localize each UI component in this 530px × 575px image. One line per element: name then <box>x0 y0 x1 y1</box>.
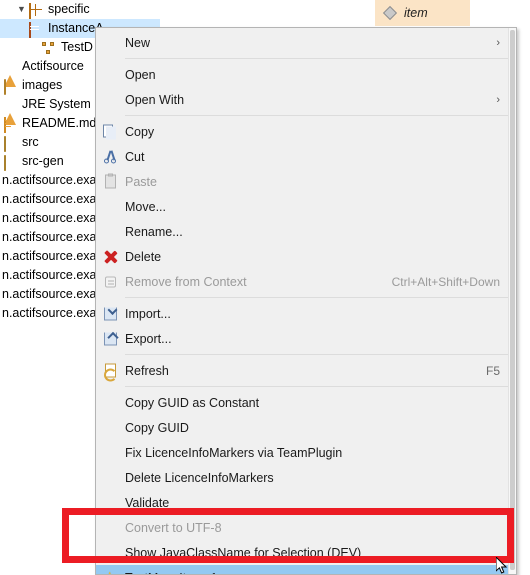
menu-item-label: Copy GUID as Constant <box>125 395 260 410</box>
source-folder-icon <box>2 154 18 171</box>
menu-item-label: Convert to UTF-8 <box>125 520 222 535</box>
tree-item-label: src <box>22 135 39 149</box>
export-icon <box>102 330 119 347</box>
tree-item-label: n.actifsource.exar <box>2 268 101 282</box>
copy-icon <box>102 123 119 140</box>
network-icon <box>41 40 57 56</box>
tooltip-label: item <box>404 6 428 20</box>
instance-icon <box>28 21 44 38</box>
context-menu-rows: New › Open Open With › Copy Cut Paste Move... Ren… <box>96 30 516 575</box>
menu-item-label: Show JavaClassName for Selection (DEV) <box>125 545 362 560</box>
delete-icon <box>102 248 119 265</box>
tree-item[interactable]: ▼ specific <box>0 0 160 19</box>
menu-item[interactable]: Open With › <box>96 87 516 112</box>
menu-separator <box>125 115 508 116</box>
menu-item-label: Delete <box>125 249 162 264</box>
package-icon <box>28 2 44 19</box>
cut-icon <box>102 148 119 165</box>
menu-item-label: Cut <box>125 149 145 164</box>
menu-item: Convert to UTF-8 <box>96 515 516 540</box>
menu-item-label: Rename... <box>125 224 183 239</box>
tree-item-label: README.md <box>22 116 97 130</box>
menu-item: Remove from Context Ctrl+Alt+Shift+Down <box>96 269 516 294</box>
tree-item-label: n.actifsource.exar <box>2 306 101 320</box>
diamond-icon <box>382 5 398 21</box>
tree-twisty[interactable]: ▼ <box>15 0 28 19</box>
menu-item[interactable]: Export... <box>96 326 516 351</box>
menu-item-label: Refresh <box>125 363 169 378</box>
menu-item-label: Validate <box>125 495 170 510</box>
tree-item-label: n.actifsource.exar <box>2 211 101 225</box>
chevron-right-icon: › <box>496 36 500 49</box>
refresh-icon <box>102 362 119 381</box>
remove-icon <box>102 273 119 290</box>
tree-item-label: n.actifsource.exar <box>2 249 101 263</box>
menu-item[interactable]: Validate <box>96 490 516 515</box>
menu-item: Paste <box>96 169 516 194</box>
import-icon <box>102 305 119 322</box>
tree-item-label: n.actifsource.exar <box>2 173 101 187</box>
menu-item[interactable]: Refresh F5 <box>96 358 516 383</box>
menu-item-shortcut: Ctrl+Alt+Shift+Down <box>391 274 500 289</box>
tree-item-label: src-gen <box>22 154 64 168</box>
menu-separator <box>125 297 508 298</box>
menu-item[interactable]: Move... <box>96 194 516 219</box>
menu-separator <box>125 354 508 355</box>
tree-item-label: Actifsource <box>22 59 84 73</box>
source-folder-icon <box>2 135 18 152</box>
menu-item[interactable]: Copy <box>96 119 516 144</box>
tree-item-label: n.actifsource.exar <box>2 192 101 206</box>
folder-icon <box>2 78 18 95</box>
file-icon <box>2 116 18 133</box>
menu-item[interactable]: Delete LicenceInfoMarkers <box>96 465 516 490</box>
menu-item-label: Remove from Context <box>125 274 247 289</box>
menu-item-label: Copy GUID <box>125 420 189 435</box>
menu-separator <box>125 58 508 59</box>
tree-item-label: TestD <box>61 40 93 54</box>
menu-item[interactable]: New › <box>96 30 516 55</box>
menu-item[interactable]: Delete <box>96 244 516 269</box>
library-icon <box>2 59 18 87</box>
menu-item[interactable]: Copy GUID <box>96 415 516 440</box>
menu-item[interactable]: Import... <box>96 301 516 326</box>
tree-item-label: n.actifsource.exar <box>2 230 101 244</box>
menu-item-label: Fix LicenceInfoMarkers via TeamPlugin <box>125 445 343 460</box>
menu-item-label: Move... <box>125 199 166 214</box>
context-menu[interactable]: New › Open Open With › Copy Cut Paste Move... Ren… <box>95 27 517 575</box>
menu-item[interactable]: Copy GUID as Constant <box>96 390 516 415</box>
menu-item[interactable]: Cut <box>96 144 516 169</box>
chevron-right-icon: › <box>496 93 500 106</box>
paste-icon <box>102 173 119 190</box>
menu-item-label: Export... <box>125 331 172 346</box>
menu-item[interactable]: Show JavaClassName for Selection (DEV) <box>96 540 516 565</box>
menu-item-label: Import... <box>125 306 171 321</box>
menu-item-label: Delete LicenceInfoMarkers <box>125 470 274 485</box>
menu-item[interactable]: Rename... <box>96 219 516 244</box>
hover-tooltip-item: item <box>375 0 470 40</box>
tree-item-label: images <box>22 78 63 92</box>
menu-item[interactable]: Open <box>96 62 516 87</box>
menu-scrollbar[interactable] <box>508 28 516 574</box>
library-icon <box>2 97 18 125</box>
menu-separator <box>125 386 508 387</box>
tree-item-label: n.actifsource.exar <box>2 287 101 301</box>
menu-item-label: Open With <box>125 92 185 107</box>
menu-item-shortcut: F5 <box>485 363 500 378</box>
tree-item-label: specific <box>48 2 90 16</box>
menu-item-label: New <box>125 35 151 50</box>
mouse-cursor <box>496 557 508 574</box>
menu-item[interactable]: Fix LicenceInfoMarkers via TeamPlugin <box>96 440 516 465</box>
star-add-icon: ★ <box>102 569 119 574</box>
menu-item-label: TestMenuItem_1 <box>125 571 217 575</box>
menu-item-label: Paste <box>125 174 157 189</box>
menu-item-label: Open <box>125 67 156 82</box>
menu-item[interactable]: ★ TestMenuItem_1 <box>96 565 516 575</box>
menu-item-label: Copy <box>125 124 155 139</box>
menu-scrollbar-thumb[interactable] <box>510 30 515 570</box>
